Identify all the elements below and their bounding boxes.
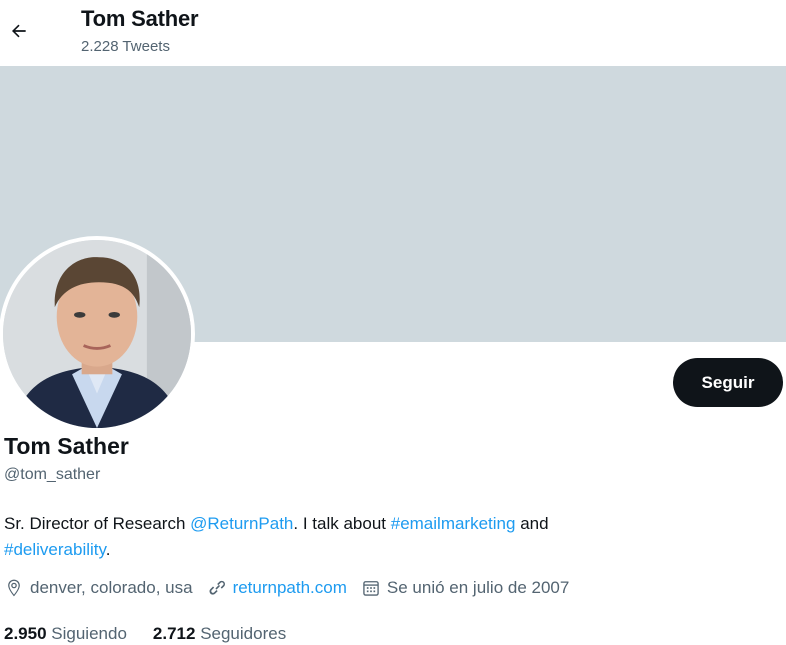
profile-meta: denver, colorado, usa returnpath.com Se …	[4, 578, 583, 598]
bio-text: and	[515, 514, 549, 533]
following-label: Siguiendo	[51, 624, 127, 643]
website[interactable]: returnpath.com	[207, 578, 347, 598]
bio: Sr. Director of Research @ReturnPath. I …	[4, 511, 744, 563]
followers-link[interactable]: 2.712 Seguidores	[153, 624, 286, 644]
mention-link[interactable]: @ReturnPath	[190, 514, 293, 533]
follow-stats: 2.950 Siguiendo 2.712 Seguidores	[4, 624, 312, 644]
location-pin-icon	[8, 579, 20, 597]
followers-count: 2.712	[152, 624, 196, 643]
arrow-left-icon	[12, 24, 26, 38]
avatar[interactable]	[0, 236, 195, 432]
bio-text: .	[105, 540, 111, 559]
user-handle: @tom_sather	[4, 466, 101, 483]
hashtag-link[interactable]: #deliverability	[4, 540, 106, 559]
bio-text: . I talk about	[293, 514, 391, 533]
display-name: Tom Sather	[4, 433, 129, 459]
profile-header: Tom Sather 2.228 Tweets	[0, 0, 786, 66]
avatar-photo	[3, 240, 191, 428]
tweet-count: 2.228 Tweets	[81, 38, 170, 55]
bio-text: Sr. Director of Research	[4, 514, 191, 533]
following-link[interactable]: 2.950 Siguiendo	[4, 624, 127, 644]
back-button[interactable]	[2, 14, 36, 48]
following-count: 2.950	[4, 624, 47, 643]
header-title: Tom Sather	[81, 6, 199, 31]
calendar-icon	[363, 581, 379, 596]
followers-label: Seguidores	[200, 624, 287, 643]
website-link[interactable]: returnpath.com	[233, 578, 347, 598]
location: denver, colorado, usa	[4, 578, 193, 598]
join-date-text: Se unió en julio de 2007	[386, 578, 570, 597]
join-date: Se unió en julio de 2007	[361, 578, 569, 598]
hashtag-link[interactable]: #emailmarketing	[391, 514, 516, 533]
link-icon	[209, 580, 225, 595]
location-text: denver, colorado, usa	[30, 578, 193, 597]
follow-button[interactable]: Seguir	[673, 358, 783, 407]
